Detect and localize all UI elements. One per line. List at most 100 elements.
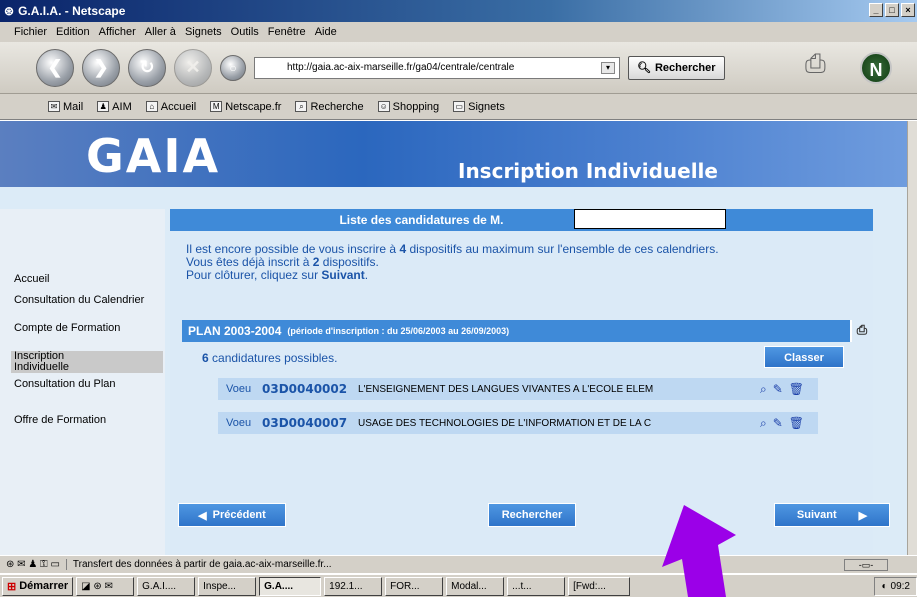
home-button[interactable]: ○ xyxy=(220,54,246,81)
menu-aide[interactable]: Aide xyxy=(315,26,337,38)
sidebar-item-accueil[interactable]: Accueil xyxy=(14,274,49,285)
info-line-3: Pour clôturer, cliquez sur Suivant. xyxy=(186,269,866,282)
personal-item-label: Netscape.fr xyxy=(225,100,282,113)
menu-outils[interactable]: Outils xyxy=(231,26,259,38)
menu-bar: Fichier Edition Afficher Aller à Signets… xyxy=(0,22,917,42)
window-title-bar[interactable]: ⊛ G.A.I.A. - Netscape _ □ × xyxy=(0,0,917,22)
left-arrow-icon: ◀ xyxy=(198,509,207,522)
reload-button[interactable]: ↻ xyxy=(128,48,166,87)
info-text-part: Il est encore possible de vous inscrire … xyxy=(186,242,400,256)
voeu-title: USAGE DES TECHNOLOGIES DE L'INFORMATION … xyxy=(358,417,652,429)
sidebar-item-calendrier[interactable]: Consultation du Calendrier xyxy=(14,295,154,306)
taskbar-item[interactable]: FOR... xyxy=(385,576,444,596)
taskbar-item[interactable]: G.A.I.... xyxy=(137,576,196,596)
menu-fichier[interactable]: Fichier xyxy=(14,26,47,38)
back-button[interactable]: ❮ xyxy=(36,48,74,87)
netscape-logo-icon: N xyxy=(860,52,892,84)
shopping-icon: ☺ xyxy=(377,101,390,112)
personal-item-mail[interactable]: ✉ Mail xyxy=(48,101,83,113)
start-button[interactable]: ⊞ Démarrer xyxy=(2,576,74,596)
info-text-part: . xyxy=(364,268,369,282)
search-button[interactable]: 🔍︎ Rechercher xyxy=(628,55,725,80)
print-plan-icon[interactable]: ⎙ xyxy=(850,320,872,342)
candidate-name-box xyxy=(574,209,726,229)
reload-icon: ↻ xyxy=(139,57,155,77)
home-page-icon: ⌂ xyxy=(145,101,158,112)
start-label: Démarrer xyxy=(19,580,69,592)
voeu-label: Voeu xyxy=(226,417,252,429)
sidebar-item-compte[interactable]: Compte de Formation xyxy=(14,323,134,334)
voeu-actions: ⌕ ✎ 🗑︎ xyxy=(760,382,804,397)
personal-item-recherche[interactable]: ⌕ Recherche xyxy=(295,100,364,113)
suivant-button[interactable]: Suivant ▶ xyxy=(774,503,890,527)
personal-item-label: Recherche xyxy=(310,100,364,113)
taskbar: ⊞ Démarrer ◪ ⊛ ✉ G.A.I.... Inspe... G.A.… xyxy=(0,574,917,597)
system-tray: ◐ 09:2 xyxy=(874,576,917,596)
url-field[interactable]: http://gaia.ac-aix-marseille.fr/ga04/cen… xyxy=(254,56,620,79)
annotation-arrow xyxy=(662,505,736,597)
voeu-actions: ⌕ ✎ 🗑︎ xyxy=(760,416,804,431)
taskbar-item-active[interactable]: G.A.... xyxy=(259,576,322,596)
menu-afficher[interactable]: Afficher xyxy=(99,26,136,38)
banner: GAIA Inscription Individuelle xyxy=(0,121,907,187)
plan-title: PLAN 2003-2004 xyxy=(188,324,282,338)
back-arrow-icon: ❮ xyxy=(47,57,63,77)
view-icon[interactable]: ⌕ xyxy=(760,382,767,397)
stop-icon: ✕ xyxy=(185,57,201,77)
status-text: Transfert des données à partir de gaia.a… xyxy=(65,559,332,570)
classer-button[interactable]: Classer xyxy=(764,346,844,368)
list-title: Liste des candidatures de M. xyxy=(339,213,504,227)
url-dropdown-icon[interactable]: ▾ xyxy=(601,61,615,74)
personal-item-netscape[interactable]: M Netscape.fr xyxy=(210,101,281,113)
delete-icon[interactable]: 🗑︎ xyxy=(789,416,804,431)
sidebar: Accueil Consultation du Calendrier Compt… xyxy=(0,209,165,555)
taskbar-item[interactable]: ...t... xyxy=(507,576,566,596)
url-text: http://gaia.ac-aix-marseille.fr/ga04/cen… xyxy=(287,62,515,73)
edit-icon[interactable]: ✎ xyxy=(773,416,783,431)
quick-launch[interactable]: ◪ ⊛ ✉ xyxy=(76,576,135,596)
possible-candidatures: 6 candidatures possibles. xyxy=(202,351,337,365)
rechercher-button[interactable]: Rechercher xyxy=(488,503,576,527)
taskbar-item[interactable]: 192.1... xyxy=(324,576,383,596)
personal-item-shopping[interactable]: ☺ Shopping xyxy=(377,100,440,113)
precedent-button[interactable]: ◀ Précédent xyxy=(178,503,286,527)
view-icon[interactable]: ⌕ xyxy=(760,416,767,431)
personal-item-signets[interactable]: ▭ Signets xyxy=(453,101,505,113)
sidebar-item-inscription[interactable]: Inscription Individuelle xyxy=(11,351,163,373)
personal-item-label: Mail xyxy=(63,100,84,113)
menu-edition[interactable]: Edition xyxy=(56,26,90,38)
tray-icons: ◐ xyxy=(881,580,888,592)
sidebar-item-offre[interactable]: Offre de Formation xyxy=(14,415,106,426)
plan-header: PLAN 2003-2004 (période d'inscription : … xyxy=(182,320,872,342)
maximize-button[interactable]: □ xyxy=(885,3,899,17)
sidebar-item-plan[interactable]: Consultation du Plan xyxy=(14,379,144,390)
menu-aller[interactable]: Aller à xyxy=(145,26,176,38)
voeu-row: Voeu 03D0040007 USAGE DES TECHNOLOGIES D… xyxy=(218,412,818,434)
main-panel: Liste des candidatures de M. Il est enco… xyxy=(170,209,890,555)
voeu-row: Voeu 03D0040002 L'ENSEIGNEMENT DES LANGU… xyxy=(218,378,818,400)
taskbar-item[interactable]: Inspe... xyxy=(198,576,257,596)
delete-icon[interactable]: 🗑︎ xyxy=(789,382,804,397)
page-title: Inscription Individuelle xyxy=(458,159,718,183)
menu-fenetre[interactable]: Fenêtre xyxy=(268,26,306,38)
personal-item-aim[interactable]: ♟ AIM xyxy=(97,101,132,113)
voeu-code: 03D0040007 xyxy=(262,416,348,430)
menu-signets[interactable]: Signets xyxy=(185,26,222,38)
taskbar-item[interactable]: Modal... xyxy=(446,576,505,596)
voeu-title: L'ENSEIGNEMENT DES LANGUES VIVANTES A L'… xyxy=(358,383,654,395)
info-text-part: Vous êtes déjà inscrit à xyxy=(186,255,313,269)
status-bar: ⊛ ✉ ♟ ⚿ ▭ Transfert des données à partir… xyxy=(0,555,917,573)
close-button[interactable]: × xyxy=(901,3,915,17)
personal-item-accueil[interactable]: ⌂ Accueil xyxy=(145,101,196,113)
stop-button[interactable]: ✕ xyxy=(174,48,212,87)
edit-icon[interactable]: ✎ xyxy=(773,382,783,397)
minimize-button[interactable]: _ xyxy=(869,3,883,17)
window-title: G.A.I.A. - Netscape xyxy=(18,4,126,18)
taskbar-item[interactable]: [Fwd:... xyxy=(568,576,631,596)
navigation-toolbar: ❮ ❯ ↻ ✕ ○ http://gaia.ac-aix-marseille.f… xyxy=(0,42,917,94)
print-icon[interactable]: ⎙ xyxy=(805,48,841,84)
vertical-scrollbar[interactable] xyxy=(907,121,917,555)
personal-item-label: Shopping xyxy=(392,100,440,113)
page-content: GAIA Inscription Individuelle Accueil Co… xyxy=(0,121,907,555)
forward-button[interactable]: ❯ xyxy=(82,48,120,87)
